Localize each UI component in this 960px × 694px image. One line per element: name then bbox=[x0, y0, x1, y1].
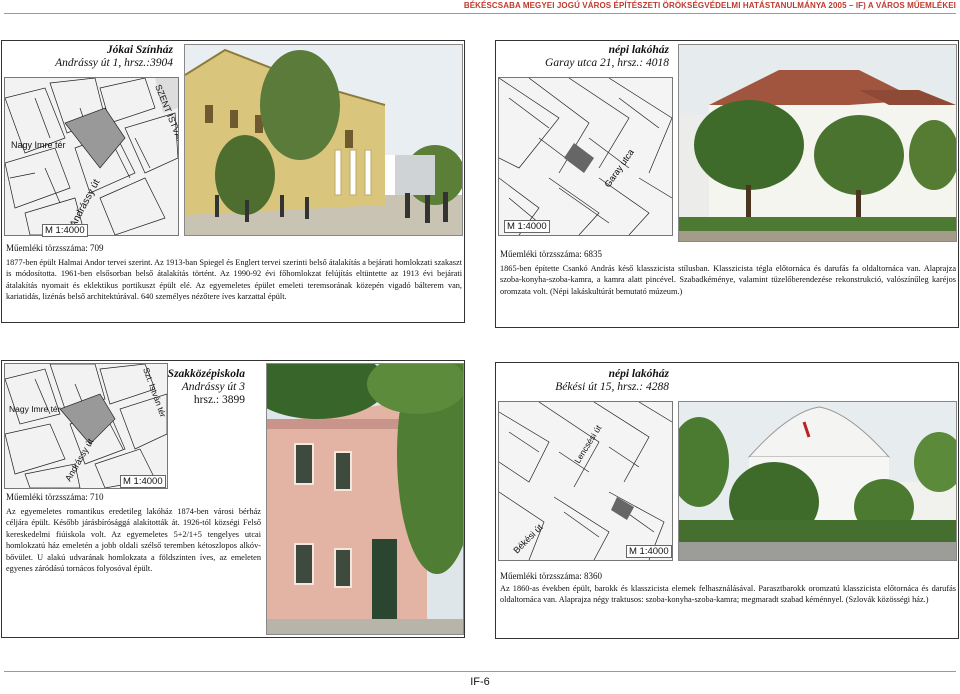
map-scale: M 1:4000 bbox=[42, 224, 88, 237]
registry-number: Műemléki törzsszáma: 710 bbox=[6, 492, 104, 502]
header-divider bbox=[4, 13, 956, 14]
building-photo bbox=[184, 44, 463, 236]
site-map: Szt. István tér Nagy Imre tér Andrássy ú… bbox=[4, 363, 168, 489]
page-header: BÉKÉSCSABA MEGYEI JOGÚ VÁROS ÉPÍTÉSZETI … bbox=[463, 1, 956, 10]
building-description: 1877-ben épült Halmai Andor tervei szeri… bbox=[6, 258, 462, 302]
building-name: népi lakóház bbox=[608, 44, 669, 56]
building-parcel: hrsz.: 3899 bbox=[193, 394, 245, 406]
footer-divider bbox=[4, 671, 956, 672]
card-title: népi lakóház Békési út 15, hrsz.: 4288 bbox=[499, 368, 669, 394]
building-description: 1865-ben építette Csankó András késő kla… bbox=[500, 264, 956, 296]
site-map: SZENT ISTVÁN TÉR Nagy Imre tér Andrássy … bbox=[4, 77, 179, 236]
building-address: Andrássy út 1, hrsz.:3904 bbox=[55, 57, 173, 69]
map-scale: M 1:4000 bbox=[120, 475, 166, 488]
page-number: IF-6 bbox=[470, 676, 490, 688]
map-square-label: Nagy Imre tér bbox=[9, 404, 61, 414]
registry-number: Műemléki törzsszáma: 6835 bbox=[500, 249, 602, 259]
registry-number: Műemléki törzsszáma: 709 bbox=[6, 243, 104, 253]
card-title: népi lakóház Garay utca 21, hrsz.: 4018 bbox=[499, 44, 669, 70]
building-name: Szakközépiskola bbox=[167, 368, 245, 380]
site-map: Garay utca bbox=[498, 77, 673, 236]
map-scale: M 1:4000 bbox=[504, 220, 550, 233]
building-description: Az egyemeletes romantikus eredetileg lak… bbox=[6, 507, 261, 574]
building-name: népi lakóház bbox=[608, 368, 669, 380]
building-address: Garay utca 21, hrsz.: 4018 bbox=[545, 57, 669, 69]
building-address: Andrássy út 3 bbox=[181, 381, 245, 393]
site-map: Lencsési út Békési út bbox=[498, 401, 673, 561]
building-photo bbox=[266, 363, 464, 635]
building-address: Békési út 15, hrsz.: 4288 bbox=[555, 381, 669, 393]
card-szakkozepiskola: Szt. István tér Nagy Imre tér Andrássy ú… bbox=[1, 360, 465, 638]
card-garay-utca: népi lakóház Garay utca 21, hrsz.: 4018 … bbox=[495, 40, 959, 328]
building-photo bbox=[678, 44, 957, 242]
building-description: Az 1860-as években épült, barokk és klas… bbox=[500, 584, 956, 605]
card-jokai-szinhaz: Jókai Színház Andrássy út 1, hrsz.:3904 … bbox=[1, 40, 465, 323]
map-square-label: Nagy Imre tér bbox=[11, 140, 66, 150]
building-photo bbox=[678, 401, 957, 561]
card-title: Szakközépiskola Andrássy út 3 hrsz.: 389… bbox=[167, 368, 245, 407]
card-bekesi-ut: népi lakóház Békési út 15, hrsz.: 4288 L… bbox=[495, 362, 959, 639]
registry-number: Műemléki törzsszáma: 8360 bbox=[500, 571, 602, 581]
card-title: Jókai Színház Andrássy út 1, hrsz.:3904 bbox=[3, 44, 173, 70]
map-scale: M 1:4000 bbox=[626, 545, 672, 558]
building-name: Jókai Színház bbox=[106, 44, 173, 56]
